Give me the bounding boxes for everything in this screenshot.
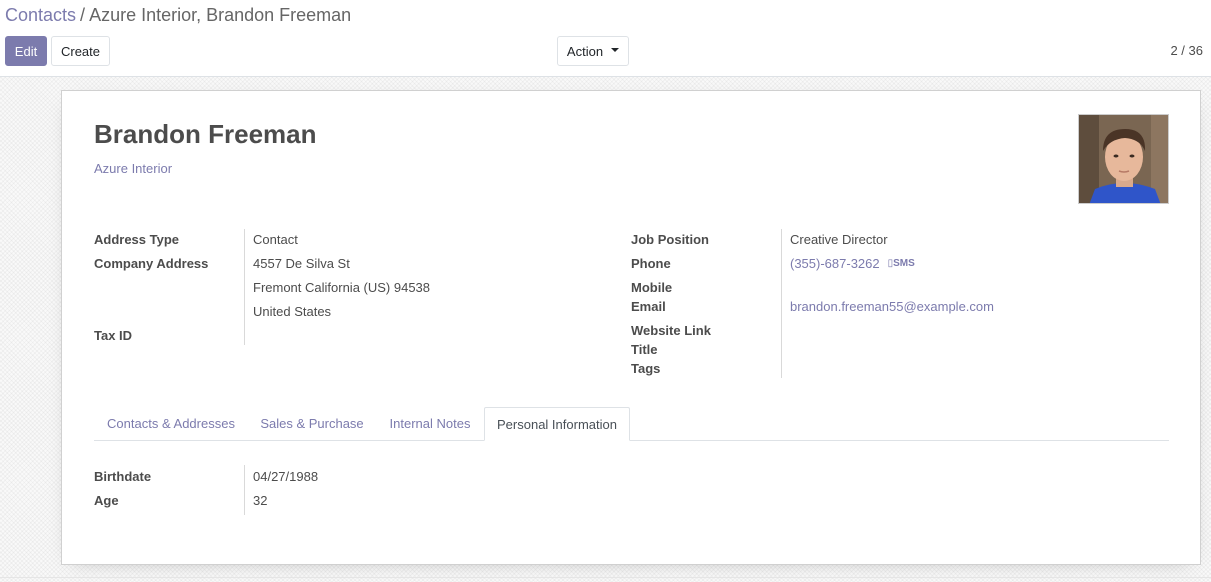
birthdate-value: 04/27/1988 — [253, 469, 319, 484]
divider — [0, 577, 1211, 578]
mobile-label: Mobile — [631, 280, 673, 295]
company-link[interactable]: Azure Interior — [94, 161, 172, 176]
age-label: Age — [94, 493, 119, 508]
field-divider — [244, 229, 245, 345]
tab-sales-purchase[interactable]: Sales & Purchase — [248, 407, 376, 441]
tab-contacts-addresses[interactable]: Contacts & Addresses — [94, 407, 248, 441]
age-value: 32 — [253, 493, 268, 508]
title-label: Title — [631, 342, 658, 357]
breadcrumb: Contacts / Azure Interior, Brandon Freeman — [5, 4, 351, 26]
email-label: Email — [631, 299, 666, 314]
sms-button[interactable]: ▯SMS — [888, 258, 915, 269]
field-divider — [244, 465, 245, 515]
email-link[interactable]: brandon.freeman55@example.com — [790, 299, 994, 314]
phone-link[interactable]: (355)-687-3262 — [790, 256, 880, 271]
breadcrumb-contacts-link[interactable]: Contacts — [5, 5, 76, 25]
action-dropdown-button[interactable]: Action — [557, 36, 629, 66]
birthdate-label: Birthdate — [94, 469, 152, 484]
tab-personal-information[interactable]: Personal Information — [484, 407, 630, 441]
caret-down-icon — [611, 48, 620, 52]
tags-label: Tags — [631, 361, 661, 376]
tax-id-label: Tax ID — [94, 328, 133, 343]
avatar-image — [1079, 115, 1168, 203]
notebook-tabs: Contacts & Addresses Sales & Purchase In… — [94, 407, 1169, 441]
city-state-zip-value: Fremont California (US) 94538 — [253, 280, 431, 295]
control-panel: Contacts / Azure Interior, Brandon Freeman… — [0, 0, 1211, 77]
pager-counter[interactable]: 2 / 36 — [1170, 43, 1203, 58]
company-address-label: Company Address — [94, 256, 209, 271]
edit-button[interactable]: Edit — [5, 36, 47, 66]
breadcrumb-separator: / — [80, 5, 86, 25]
breadcrumb-current: Azure Interior, Brandon Freeman — [89, 5, 352, 25]
street-value: 4557 De Silva St — [253, 256, 350, 271]
phone-label: Phone — [631, 256, 671, 271]
address-type-value: Contact — [253, 232, 298, 247]
country-value: United States — [253, 304, 332, 319]
sms-label: SMS — [893, 258, 915, 269]
field-divider — [781, 229, 782, 378]
form-sheet: Brandon Freeman Azure Interior Address T… — [61, 90, 1201, 565]
contact-name: Brandon Freeman — [94, 119, 317, 149]
address-type-label: Address Type — [94, 232, 180, 247]
job-position-value: Creative Director — [790, 232, 888, 247]
job-position-label: Job Position — [631, 232, 709, 247]
tab-internal-notes[interactable]: Internal Notes — [376, 407, 484, 441]
phone-field: (355)-687-3262 ▯SMS — [790, 256, 915, 271]
action-label: Action — [566, 43, 604, 59]
create-button[interactable]: Create — [51, 36, 110, 66]
website-link-label: Website Link — [631, 323, 711, 338]
contact-avatar[interactable] — [1078, 114, 1169, 204]
